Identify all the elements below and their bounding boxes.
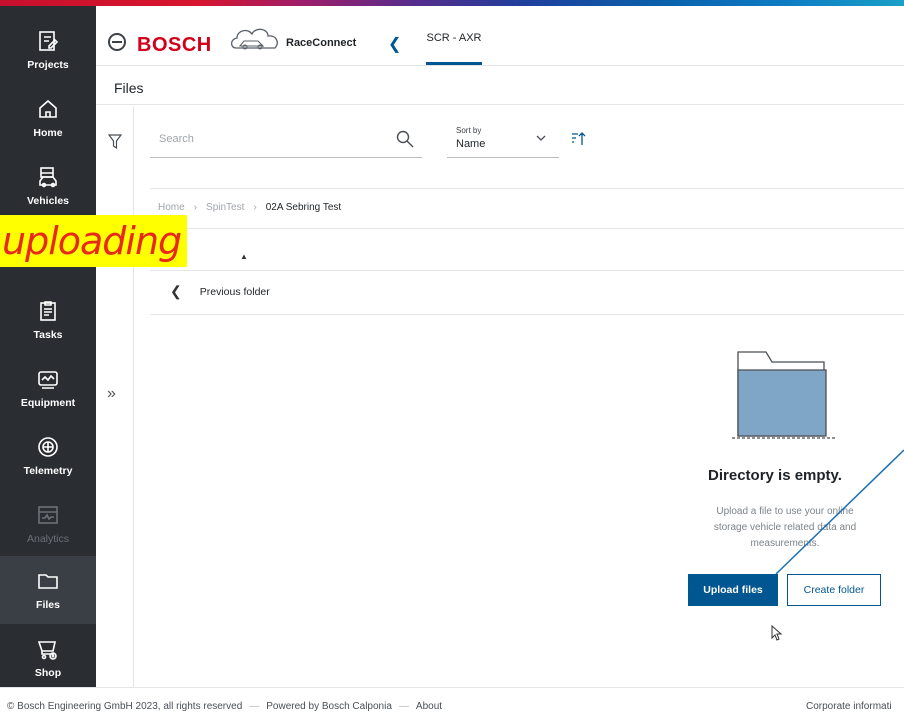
- telemetry-icon: [38, 437, 58, 457]
- cart-icon: [37, 641, 57, 660]
- breadcrumb-separator-icon: ›: [193, 202, 198, 213]
- footer-powered-by: Powered by Bosch Calponia: [266, 701, 392, 712]
- page-title-bar: Files: [96, 67, 904, 105]
- sort-order-icon[interactable]: [570, 131, 586, 147]
- sidebar-item-shop[interactable]: Shop: [0, 628, 96, 688]
- sidebar-item-label: Vehicles: [26, 195, 70, 207]
- sidebar-item-tasks[interactable]: Tasks: [0, 290, 96, 350]
- empty-folder-illustration-icon: [732, 351, 836, 439]
- sort-dropdown[interactable]: Sort by Name: [447, 122, 559, 158]
- previous-folder-link[interactable]: ❮ Previous folder: [170, 283, 270, 300]
- empty-state-title: Directory is empty.: [708, 467, 842, 484]
- bosch-emblem-icon: [108, 33, 126, 51]
- tasks-icon: [40, 301, 56, 321]
- sidebar-item-analytics: Analytics: [0, 494, 96, 554]
- footer-separator: —: [398, 701, 409, 712]
- breadcrumb: Home › SpinTest › 02A Sebring Test: [158, 202, 341, 213]
- sort-caret-icon[interactable]: ▲: [240, 252, 248, 261]
- sidebar-item-label: Files: [36, 599, 60, 611]
- sidebar-item-files[interactable]: Files: [0, 556, 96, 624]
- sidebar-item-label: Projects: [27, 59, 69, 71]
- sidebar-item-label: Equipment: [20, 397, 76, 409]
- sort-value: Name: [456, 138, 486, 150]
- search-icon[interactable]: [396, 130, 414, 148]
- breadcrumb-item-current: 02A Sebring Test: [265, 202, 342, 213]
- sidebar-item-label: Tasks: [33, 329, 63, 341]
- footer-separator: —: [249, 701, 260, 712]
- search-field: [150, 122, 422, 158]
- raceconnect-logo-icon: [230, 28, 278, 50]
- previous-folder-label: Previous folder: [199, 285, 270, 298]
- sort-label: Sort by: [456, 126, 482, 135]
- chevron-down-icon: [536, 135, 546, 141]
- sidebar-item-equipment[interactable]: Equipment: [0, 358, 96, 418]
- chevron-left-icon: ❮: [170, 283, 182, 299]
- home-icon: [39, 99, 57, 118]
- brand-logo: BOSCH: [137, 34, 212, 56]
- analytics-icon: [38, 506, 58, 524]
- vehicles-icon: [39, 167, 57, 188]
- sidebar-item-label: Home: [33, 127, 63, 139]
- footer-corporate-link[interactable]: Corporate informati: [806, 701, 892, 712]
- search-input[interactable]: [150, 122, 370, 156]
- sidebar-item-label: Shop: [34, 667, 62, 679]
- sidebar-item-label: Telemetry: [23, 465, 73, 477]
- filter-panel-collapsed: »: [96, 106, 134, 687]
- upload-files-button[interactable]: Upload files: [688, 574, 778, 606]
- annotation-label: uploading: [0, 215, 188, 267]
- divider: [150, 270, 904, 271]
- footer: © Bosch Engineering GmbH 2023, all right…: [0, 687, 904, 719]
- divider: [150, 228, 904, 229]
- app-name: RaceConnect: [286, 37, 357, 49]
- mouse-cursor-icon: [771, 625, 783, 641]
- breadcrumb-separator-icon: ›: [253, 202, 257, 213]
- back-chevron-icon[interactable]: ❮: [388, 34, 401, 54]
- divider: [150, 188, 904, 189]
- footer-about-link[interactable]: About: [416, 701, 442, 712]
- breadcrumb-item-home[interactable]: Home: [158, 202, 185, 213]
- footer-copyright: © Bosch Engineering GmbH 2023, all right…: [7, 701, 243, 712]
- sidebar-item-projects[interactable]: Projects: [0, 20, 96, 80]
- sidebar-item-telemetry[interactable]: Telemetry: [0, 426, 96, 486]
- folder-icon: [38, 574, 58, 589]
- divider: [150, 314, 904, 315]
- sidebar: Projects Home Vehicles Tasks Equipment T…: [0, 6, 96, 687]
- sidebar-item-home[interactable]: Home: [0, 88, 96, 148]
- tab-project[interactable]: SCR - AXR: [426, 32, 482, 65]
- expand-panel-icon[interactable]: »: [107, 385, 116, 403]
- breadcrumb-item-spintest[interactable]: SpinTest: [206, 202, 244, 213]
- sidebar-item-vehicles[interactable]: Vehicles: [0, 156, 96, 216]
- create-folder-button[interactable]: Create folder: [787, 574, 881, 606]
- page-title: Files: [114, 80, 144, 96]
- app-header: BOSCH RaceConnect ❮ SCR - AXR: [96, 6, 904, 66]
- filter-icon[interactable]: [108, 134, 122, 150]
- projects-icon: [39, 31, 59, 51]
- empty-state-description: Upload a file to use your online storage…: [713, 506, 857, 549]
- sidebar-item-label: Analytics: [26, 533, 69, 545]
- equipment-icon: [38, 371, 58, 389]
